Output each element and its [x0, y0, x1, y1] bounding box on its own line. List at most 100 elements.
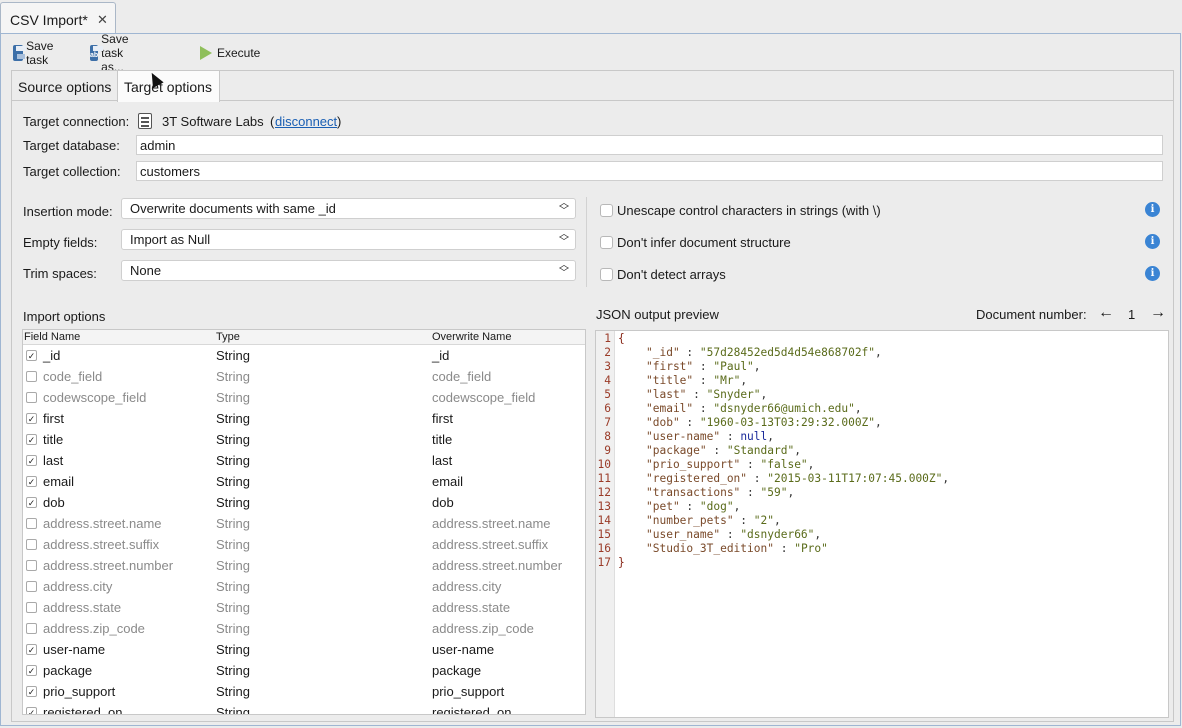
- target-collection-field[interactable]: customers: [136, 161, 1163, 181]
- overwrite-name-cell[interactable]: code_field: [432, 369, 491, 384]
- info-icon[interactable]: i: [1145, 202, 1160, 217]
- field-name-cell: dob: [43, 495, 65, 510]
- overwrite-name-cell[interactable]: address.street.name: [432, 516, 551, 531]
- json-entry: "number_pets" : "2",: [646, 514, 781, 528]
- chevron-updown-icon: ︿ ﹀: [559, 198, 569, 217]
- table-row[interactable]: ✓ user-name String user-name: [23, 640, 585, 661]
- trim-spaces-select[interactable]: None ︿ ﹀: [121, 260, 576, 281]
- row-checkbox[interactable]: [26, 539, 37, 550]
- arrow-left-icon[interactable]: ←: [1098, 304, 1114, 322]
- overwrite-name-cell[interactable]: last: [432, 453, 452, 468]
- table-row[interactable]: ✓ title String title: [23, 430, 585, 451]
- field-name-cell: _id: [43, 348, 61, 363]
- column-header-overwrite-name[interactable]: Overwrite Name: [432, 331, 511, 343]
- overwrite-name-cell[interactable]: prio_support: [432, 684, 504, 699]
- overwrite-name-cell[interactable]: package: [432, 663, 481, 678]
- table-row[interactable]: ✓ prio_support String prio_support: [23, 682, 585, 703]
- column-header-type[interactable]: Type: [216, 331, 240, 343]
- line-number: 6: [604, 402, 611, 415]
- table-row[interactable]: ✓ package String package: [23, 661, 585, 682]
- field-name-cell: prio_support: [43, 684, 116, 699]
- row-checkbox[interactable]: ✓: [26, 476, 37, 487]
- empty-fields-value: Import as Null: [130, 232, 211, 247]
- table-row[interactable]: codewscope_field String codewscope_field: [23, 388, 585, 409]
- overwrite-name-cell[interactable]: title: [432, 432, 452, 447]
- json-key: "prio_support": [646, 458, 741, 471]
- tab-csv-import[interactable]: CSV Import* ✕: [0, 2, 116, 35]
- table-row[interactable]: ✓ _id String _id: [23, 346, 585, 367]
- json-value: "Snyder": [706, 388, 761, 401]
- table-row[interactable]: ✓ last String last: [23, 451, 585, 472]
- row-checkbox[interactable]: [26, 371, 37, 382]
- table-row[interactable]: address.zip_code String address.zip_code: [23, 619, 585, 640]
- row-checkbox[interactable]: [26, 518, 37, 529]
- table-row[interactable]: address.street.name String address.street.…: [23, 514, 585, 535]
- save-task-as-button[interactable]: ab Save task as...: [90, 32, 136, 74]
- type-cell: String: [216, 579, 250, 594]
- overwrite-name-cell[interactable]: address.zip_code: [432, 621, 534, 636]
- overwrite-name-cell[interactable]: dob: [432, 495, 454, 510]
- json-value: "1960-03-13T03:29:32.000Z": [699, 416, 876, 429]
- overwrite-name-cell[interactable]: address.city: [432, 579, 501, 594]
- close-icon[interactable]: ✕: [97, 12, 108, 28]
- table-row[interactable]: ✓ email String email: [23, 472, 585, 493]
- tab-source-options[interactable]: Source options: [18, 71, 111, 101]
- row-checkbox[interactable]: ✓: [26, 686, 37, 697]
- column-header-field-name[interactable]: Field Name: [24, 331, 80, 343]
- row-checkbox[interactable]: [26, 581, 37, 592]
- json-line: 15 "user_name" : "dsnyder66",: [596, 528, 1168, 542]
- dont-infer-checkbox[interactable]: [600, 236, 613, 249]
- overwrite-name-cell[interactable]: user-name: [432, 642, 494, 657]
- row-checkbox[interactable]: [26, 602, 37, 613]
- row-checkbox[interactable]: ✓: [26, 350, 37, 361]
- row-checkbox[interactable]: ✓: [26, 707, 37, 714]
- row-checkbox[interactable]: ✓: [26, 644, 37, 655]
- info-icon[interactable]: i: [1145, 266, 1160, 281]
- overwrite-name-cell[interactable]: registered_on: [432, 705, 512, 714]
- overwrite-name-cell[interactable]: address.state: [432, 600, 510, 615]
- field-name-cell: last: [43, 453, 64, 468]
- json-line: 8 "user-name" : null,: [596, 430, 1168, 444]
- row-checkbox[interactable]: ✓: [26, 434, 37, 445]
- json-preview-editor[interactable]: 1{2 "_id" : "57d28452ed5d4d54e868702f", 3 "…: [595, 330, 1169, 718]
- overwrite-name-cell[interactable]: address.street.number: [432, 558, 562, 573]
- json-colon: :: [679, 500, 700, 513]
- insertion-mode-select[interactable]: Overwrite documents with same _id ︿ ﹀: [121, 198, 576, 219]
- overwrite-name-cell[interactable]: codewscope_field: [432, 390, 535, 405]
- row-checkbox[interactable]: ✓: [26, 413, 37, 424]
- row-checkbox[interactable]: ✓: [26, 497, 37, 508]
- empty-fields-select[interactable]: Import as Null ︿ ﹀: [121, 229, 576, 250]
- execute-label: Execute: [217, 46, 261, 60]
- json-key: "user_name": [646, 528, 721, 541]
- json-colon: :: [693, 374, 714, 387]
- arrow-right-icon[interactable]: →: [1150, 304, 1166, 322]
- table-row[interactable]: ✓ first String first: [23, 409, 585, 430]
- table-row[interactable]: address.street.suffix String address.stree…: [23, 535, 585, 556]
- unescape-checkbox[interactable]: [600, 204, 613, 217]
- info-icon[interactable]: i: [1145, 234, 1160, 249]
- row-checkbox[interactable]: ✓: [26, 665, 37, 676]
- row-checkbox[interactable]: ✓: [26, 455, 37, 466]
- overwrite-name-cell[interactable]: address.street.suffix: [432, 537, 548, 552]
- table-row[interactable]: code_field String code_field: [23, 367, 585, 388]
- table-row[interactable]: address.street.number String address.stree…: [23, 556, 585, 577]
- row-checkbox[interactable]: [26, 623, 37, 634]
- insertion-mode-value: Overwrite documents with same _id: [130, 201, 336, 216]
- save-task-button[interactable]: Save task: [13, 39, 59, 67]
- execute-button[interactable]: Execute: [198, 43, 260, 63]
- target-database-field[interactable]: admin: [136, 135, 1163, 155]
- overwrite-name-cell[interactable]: email: [432, 474, 463, 489]
- table-row[interactable]: ✓ dob String dob: [23, 493, 585, 514]
- table-row[interactable]: address.state String address.state: [23, 598, 585, 619]
- disconnect-link[interactable]: disconnect: [275, 114, 337, 129]
- table-row[interactable]: ✓ registered_on String registered_on: [23, 703, 585, 714]
- line-number: 8: [604, 430, 611, 443]
- table-row[interactable]: address.city String address.city: [23, 577, 585, 598]
- dont-detect-arrays-checkbox[interactable]: [600, 268, 613, 281]
- overwrite-name-cell[interactable]: first: [432, 411, 453, 426]
- tab-target-options[interactable]: Target options: [117, 71, 220, 102]
- overwrite-name-cell[interactable]: _id: [432, 348, 449, 363]
- row-checkbox[interactable]: [26, 392, 37, 403]
- document-number-value: 1: [1128, 307, 1136, 322]
- row-checkbox[interactable]: [26, 560, 37, 571]
